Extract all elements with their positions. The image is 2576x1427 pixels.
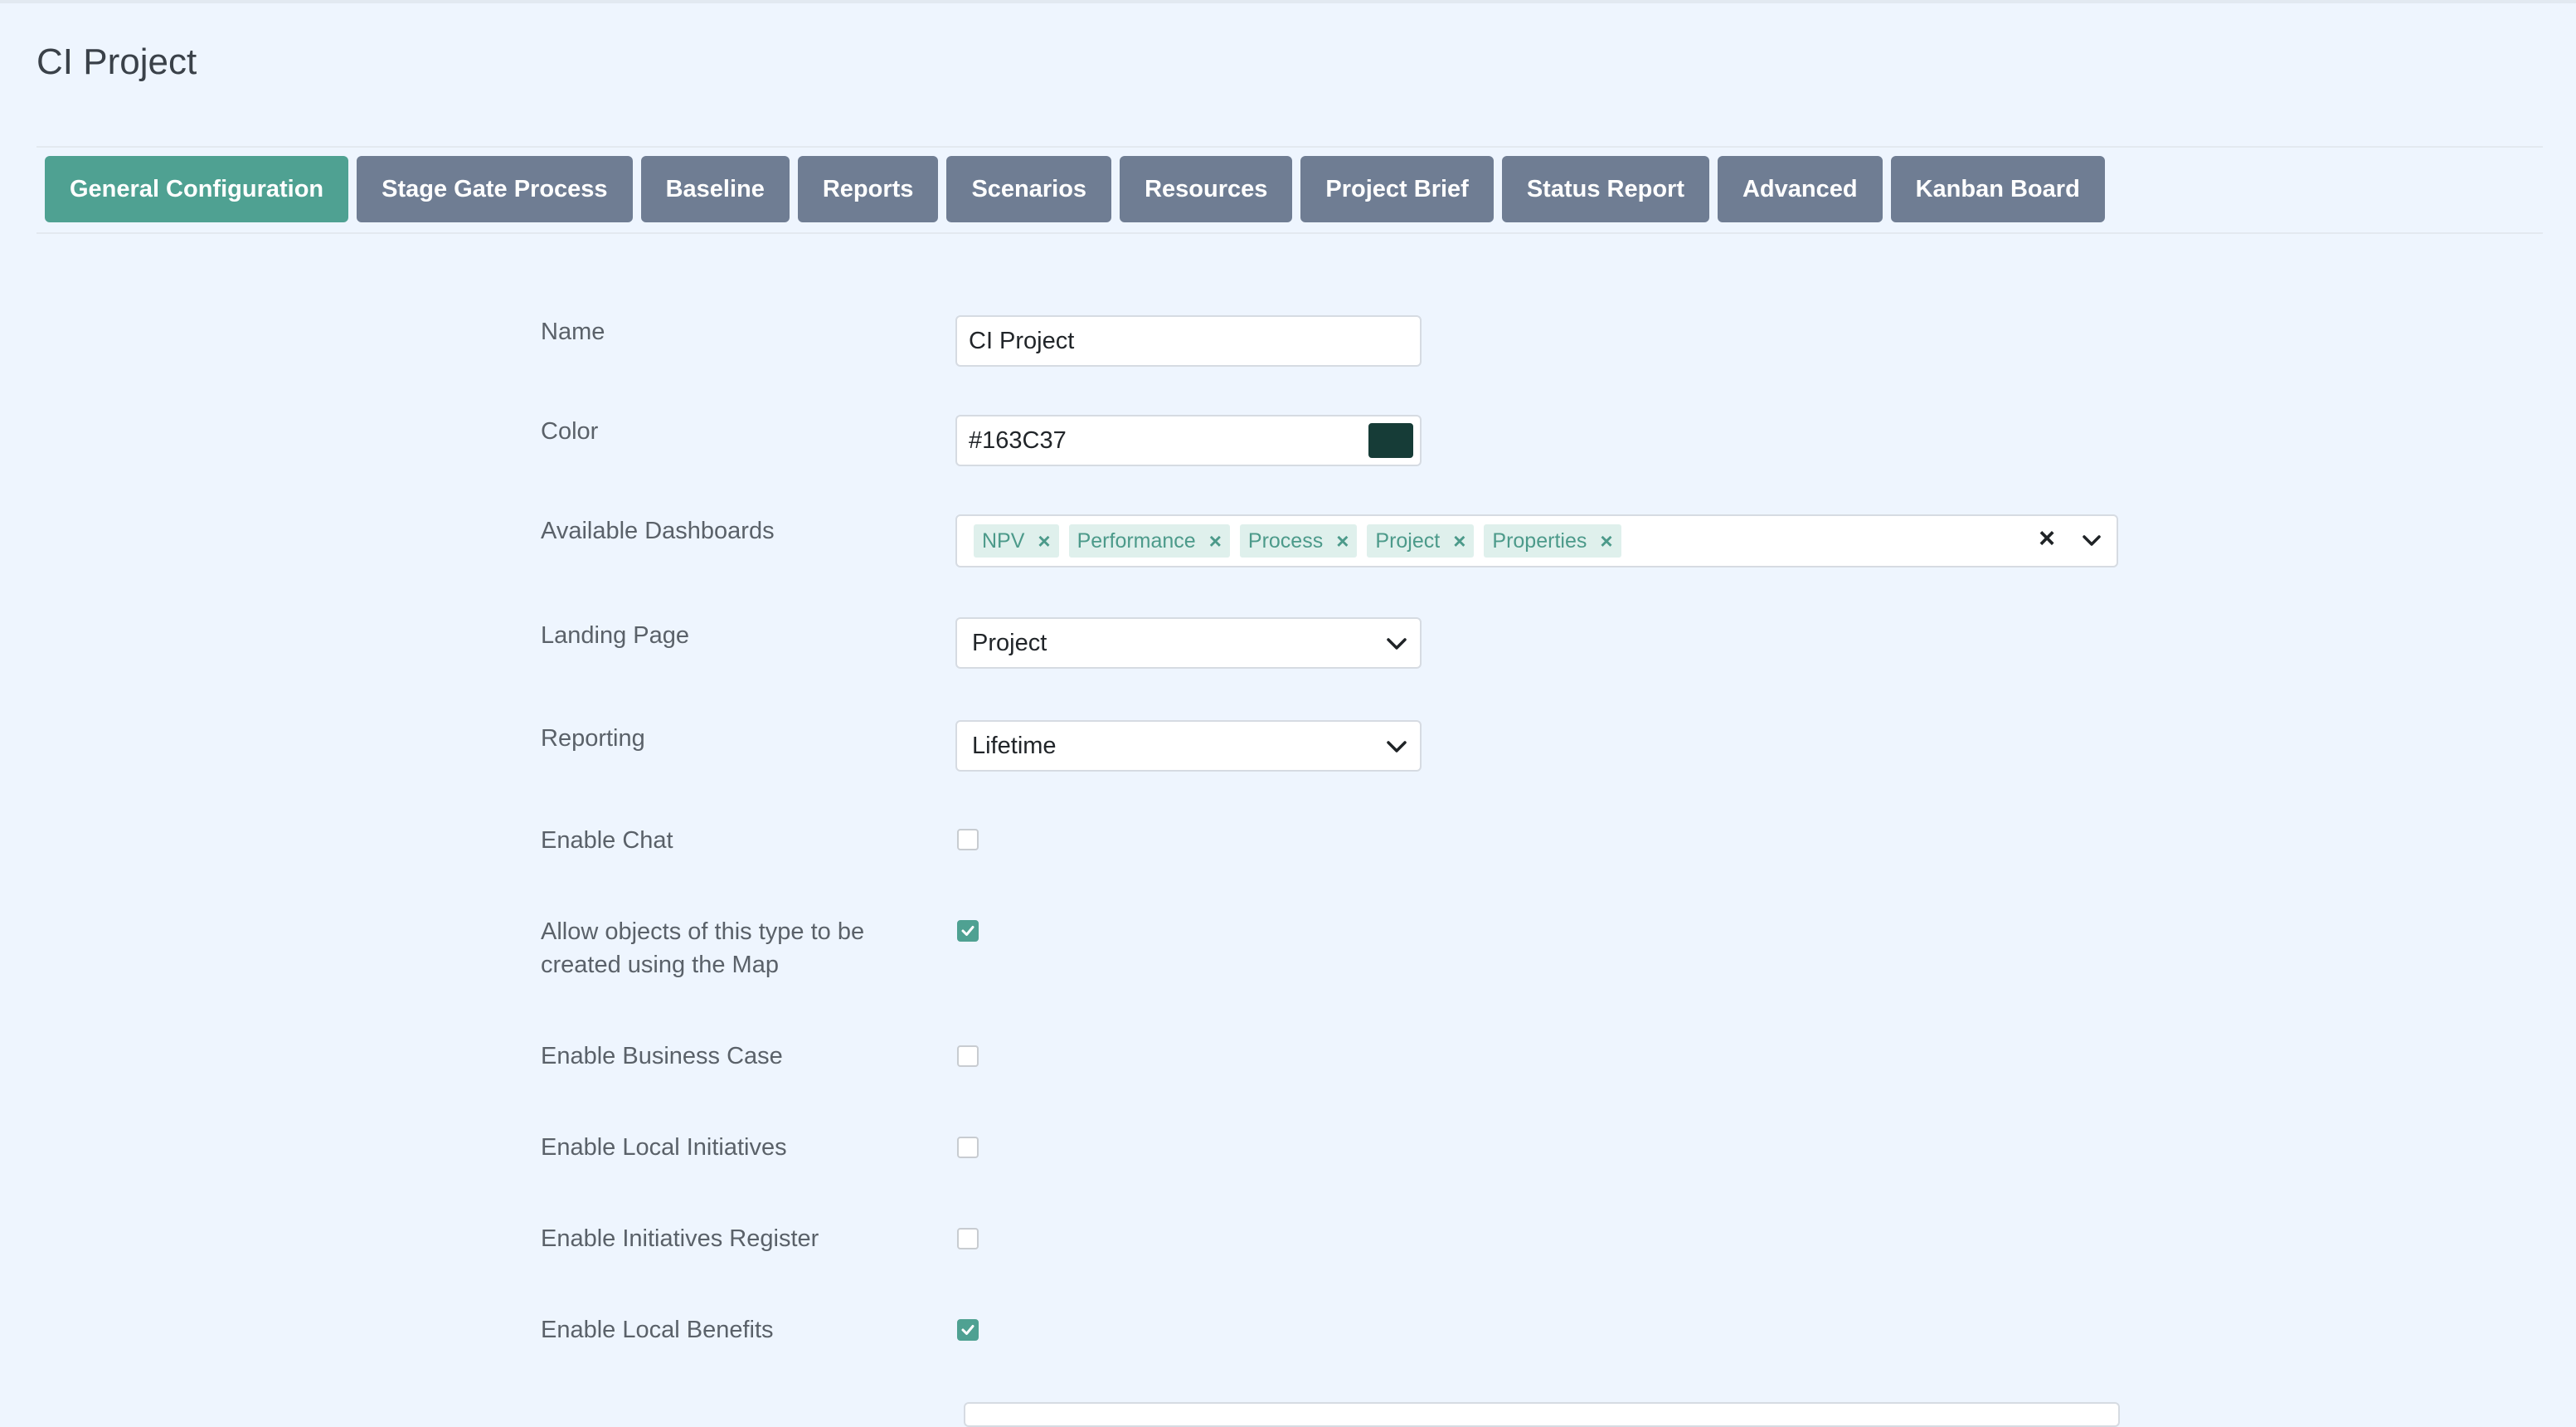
partially-visible-field[interactable]	[964, 1402, 2120, 1427]
allow-map-creation-label: Allow objects of this type to be created…	[541, 918, 865, 978]
color-label: Color	[541, 418, 599, 445]
chip-remove-icon[interactable]: ×	[1209, 528, 1222, 554]
chip-remove-icon[interactable]: ×	[1600, 528, 1612, 554]
dashboard-chip: Properties ×	[1484, 524, 1621, 558]
chevron-down-icon	[1387, 741, 1407, 752]
enable-initiatives-register-label: Enable Initiatives Register	[541, 1225, 819, 1252]
clear-all-icon[interactable]: ×	[2039, 523, 2055, 555]
chip-remove-icon[interactable]: ×	[1336, 528, 1349, 554]
chip-label: Process	[1247, 528, 1324, 553]
dashboards-multiselect[interactable]: NPV × Performance × Process × Project × …	[955, 514, 2118, 567]
landing-page-value: Project	[972, 629, 1047, 656]
dashboard-chip: Performance ×	[1068, 524, 1230, 558]
enable-business-case-label: Enable Business Case	[541, 1043, 783, 1069]
enable-local-initiatives-label: Enable Local Initiatives	[541, 1134, 787, 1161]
chip-label: NPV	[982, 528, 1025, 553]
allow-map-creation-checkbox[interactable]	[957, 920, 979, 942]
name-label: Name	[541, 319, 605, 345]
dashboard-chip: NPV ×	[974, 524, 1059, 558]
enable-business-case-checkbox[interactable]	[957, 1045, 979, 1067]
dashboards-label: Available Dashboards	[541, 518, 775, 544]
reporting-value: Lifetime	[972, 732, 1057, 759]
enable-initiatives-register-checkbox[interactable]	[957, 1228, 979, 1249]
reporting-select[interactable]: Lifetime	[955, 720, 1422, 772]
name-value: CI Project	[969, 327, 1075, 354]
landing-page-label: Landing Page	[541, 622, 689, 649]
enable-local-benefits-checkbox[interactable]	[957, 1319, 979, 1341]
general-configuration-form: Name CI Project Color #163C37 Available …	[0, 0, 2576, 1427]
chevron-down-icon[interactable]	[2082, 531, 2102, 551]
enable-chat-checkbox[interactable]	[957, 829, 979, 850]
chevron-down-icon	[1387, 638, 1407, 650]
dashboard-chip: Process ×	[1239, 524, 1358, 558]
color-value: #163C37	[969, 426, 1067, 454]
checkmark-icon	[961, 1325, 975, 1335]
chip-label: Performance	[1077, 528, 1196, 553]
chip-label: Properties	[1492, 528, 1587, 553]
dashboard-chip: Project ×	[1367, 524, 1475, 558]
color-swatch[interactable]	[1368, 423, 1413, 458]
checkmark-icon	[961, 926, 975, 936]
chip-label: Project	[1375, 528, 1441, 553]
enable-local-initiatives-checkbox[interactable]	[957, 1137, 979, 1158]
chip-remove-icon[interactable]: ×	[1453, 528, 1465, 554]
color-input[interactable]: #163C37	[955, 415, 1422, 466]
name-input[interactable]: CI Project	[955, 315, 1422, 367]
enable-local-benefits-label: Enable Local Benefits	[541, 1317, 774, 1343]
chip-remove-icon[interactable]: ×	[1038, 528, 1050, 554]
reporting-label: Reporting	[541, 725, 645, 752]
enable-chat-label: Enable Chat	[541, 827, 673, 854]
landing-page-select[interactable]: Project	[955, 617, 1422, 669]
